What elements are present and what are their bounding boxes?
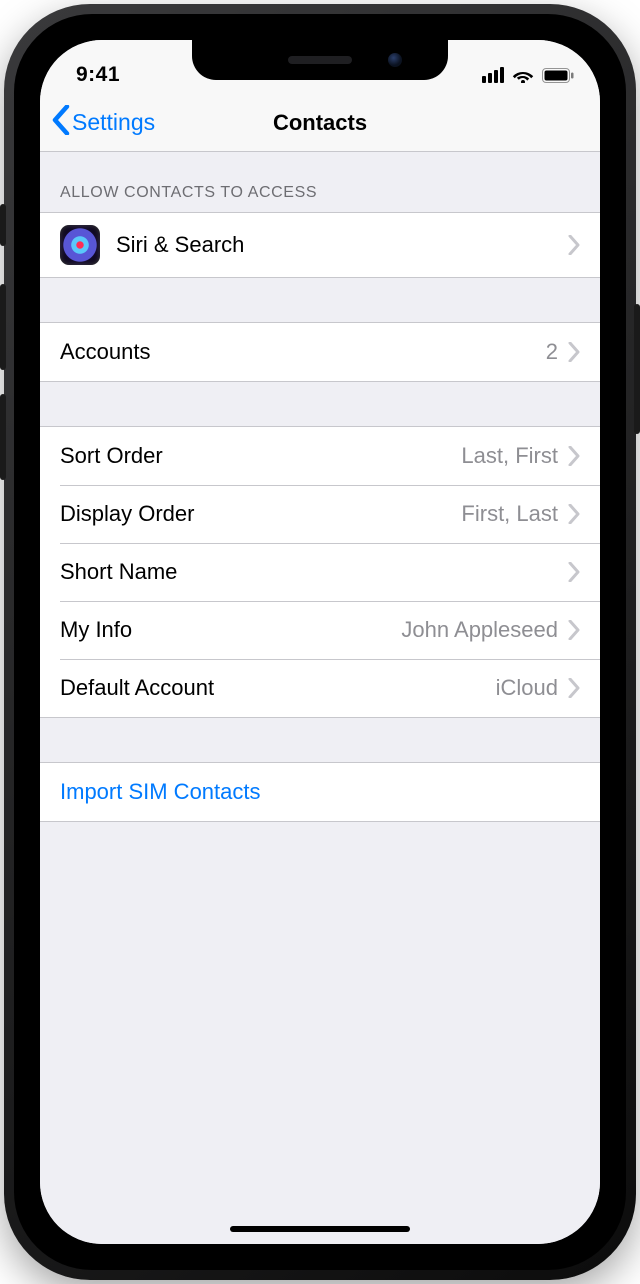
- back-label: Settings: [72, 109, 155, 136]
- earpiece-speaker: [288, 56, 352, 64]
- row-value: iCloud: [496, 675, 568, 701]
- row-label: Default Account: [60, 675, 214, 701]
- chevron-right-icon: [568, 342, 580, 362]
- row-label: Short Name: [60, 559, 177, 585]
- settings-content[interactable]: ALLOW CONTACTS TO ACCESS Siri & Search: [40, 152, 600, 1244]
- chevron-right-icon: [568, 562, 580, 582]
- screen: 9:41: [40, 40, 600, 1244]
- row-label: Accounts: [60, 339, 151, 365]
- cellular-signal-icon: [482, 67, 504, 83]
- row-label: My Info: [60, 617, 132, 643]
- row-accounts[interactable]: Accounts 2: [40, 323, 600, 381]
- section-header-allow-access: ALLOW CONTACTS TO ACCESS: [40, 152, 600, 212]
- row-label: Display Order: [60, 501, 194, 527]
- notch: [192, 40, 448, 80]
- front-camera-icon: [388, 53, 402, 67]
- chevron-right-icon: [568, 504, 580, 524]
- row-default-account[interactable]: Default Account iCloud: [40, 659, 600, 717]
- chevron-left-icon: [52, 105, 70, 141]
- volume-down-button[interactable]: [0, 394, 6, 480]
- group-display-options: Sort Order Last, First Display Order Fir…: [40, 426, 600, 718]
- row-my-info[interactable]: My Info John Appleseed: [40, 601, 600, 659]
- row-value: First, Last: [461, 501, 568, 527]
- row-display-order[interactable]: Display Order First, Last: [40, 485, 600, 543]
- row-siri-and-search[interactable]: Siri & Search: [40, 213, 600, 277]
- status-time: 9:41: [76, 63, 120, 87]
- chevron-right-icon: [568, 678, 580, 698]
- phone-outer-bezel: 9:41: [4, 4, 636, 1280]
- wifi-icon: [512, 67, 534, 83]
- row-value: John Appleseed: [401, 617, 568, 643]
- row-label: Import SIM Contacts: [60, 779, 261, 805]
- phone-inner-bezel: 9:41: [14, 14, 626, 1270]
- phone-frame: 9:41: [0, 0, 640, 1284]
- home-indicator[interactable]: [230, 1226, 410, 1232]
- mute-switch[interactable]: [0, 204, 6, 246]
- chevron-right-icon: [568, 235, 580, 255]
- status-indicators: [482, 67, 574, 83]
- power-button[interactable]: [634, 304, 640, 434]
- battery-icon: [542, 68, 574, 83]
- page-title: Contacts: [273, 110, 367, 136]
- siri-icon: [60, 225, 100, 265]
- group-accounts: Accounts 2: [40, 322, 600, 382]
- chevron-right-icon: [568, 446, 580, 466]
- row-sort-order[interactable]: Sort Order Last, First: [40, 427, 600, 485]
- row-label: Siri & Search: [116, 232, 244, 258]
- navigation-bar: Settings Contacts: [40, 94, 600, 152]
- volume-up-button[interactable]: [0, 284, 6, 370]
- group-import: Import SIM Contacts: [40, 762, 600, 822]
- row-value: Last, First: [461, 443, 568, 469]
- row-label: Sort Order: [60, 443, 163, 469]
- row-short-name[interactable]: Short Name: [40, 543, 600, 601]
- back-button[interactable]: Settings: [52, 105, 155, 141]
- row-import-sim-contacts[interactable]: Import SIM Contacts: [40, 763, 600, 821]
- row-value: 2: [546, 339, 568, 365]
- group-siri: Siri & Search: [40, 212, 600, 278]
- chevron-right-icon: [568, 620, 580, 640]
